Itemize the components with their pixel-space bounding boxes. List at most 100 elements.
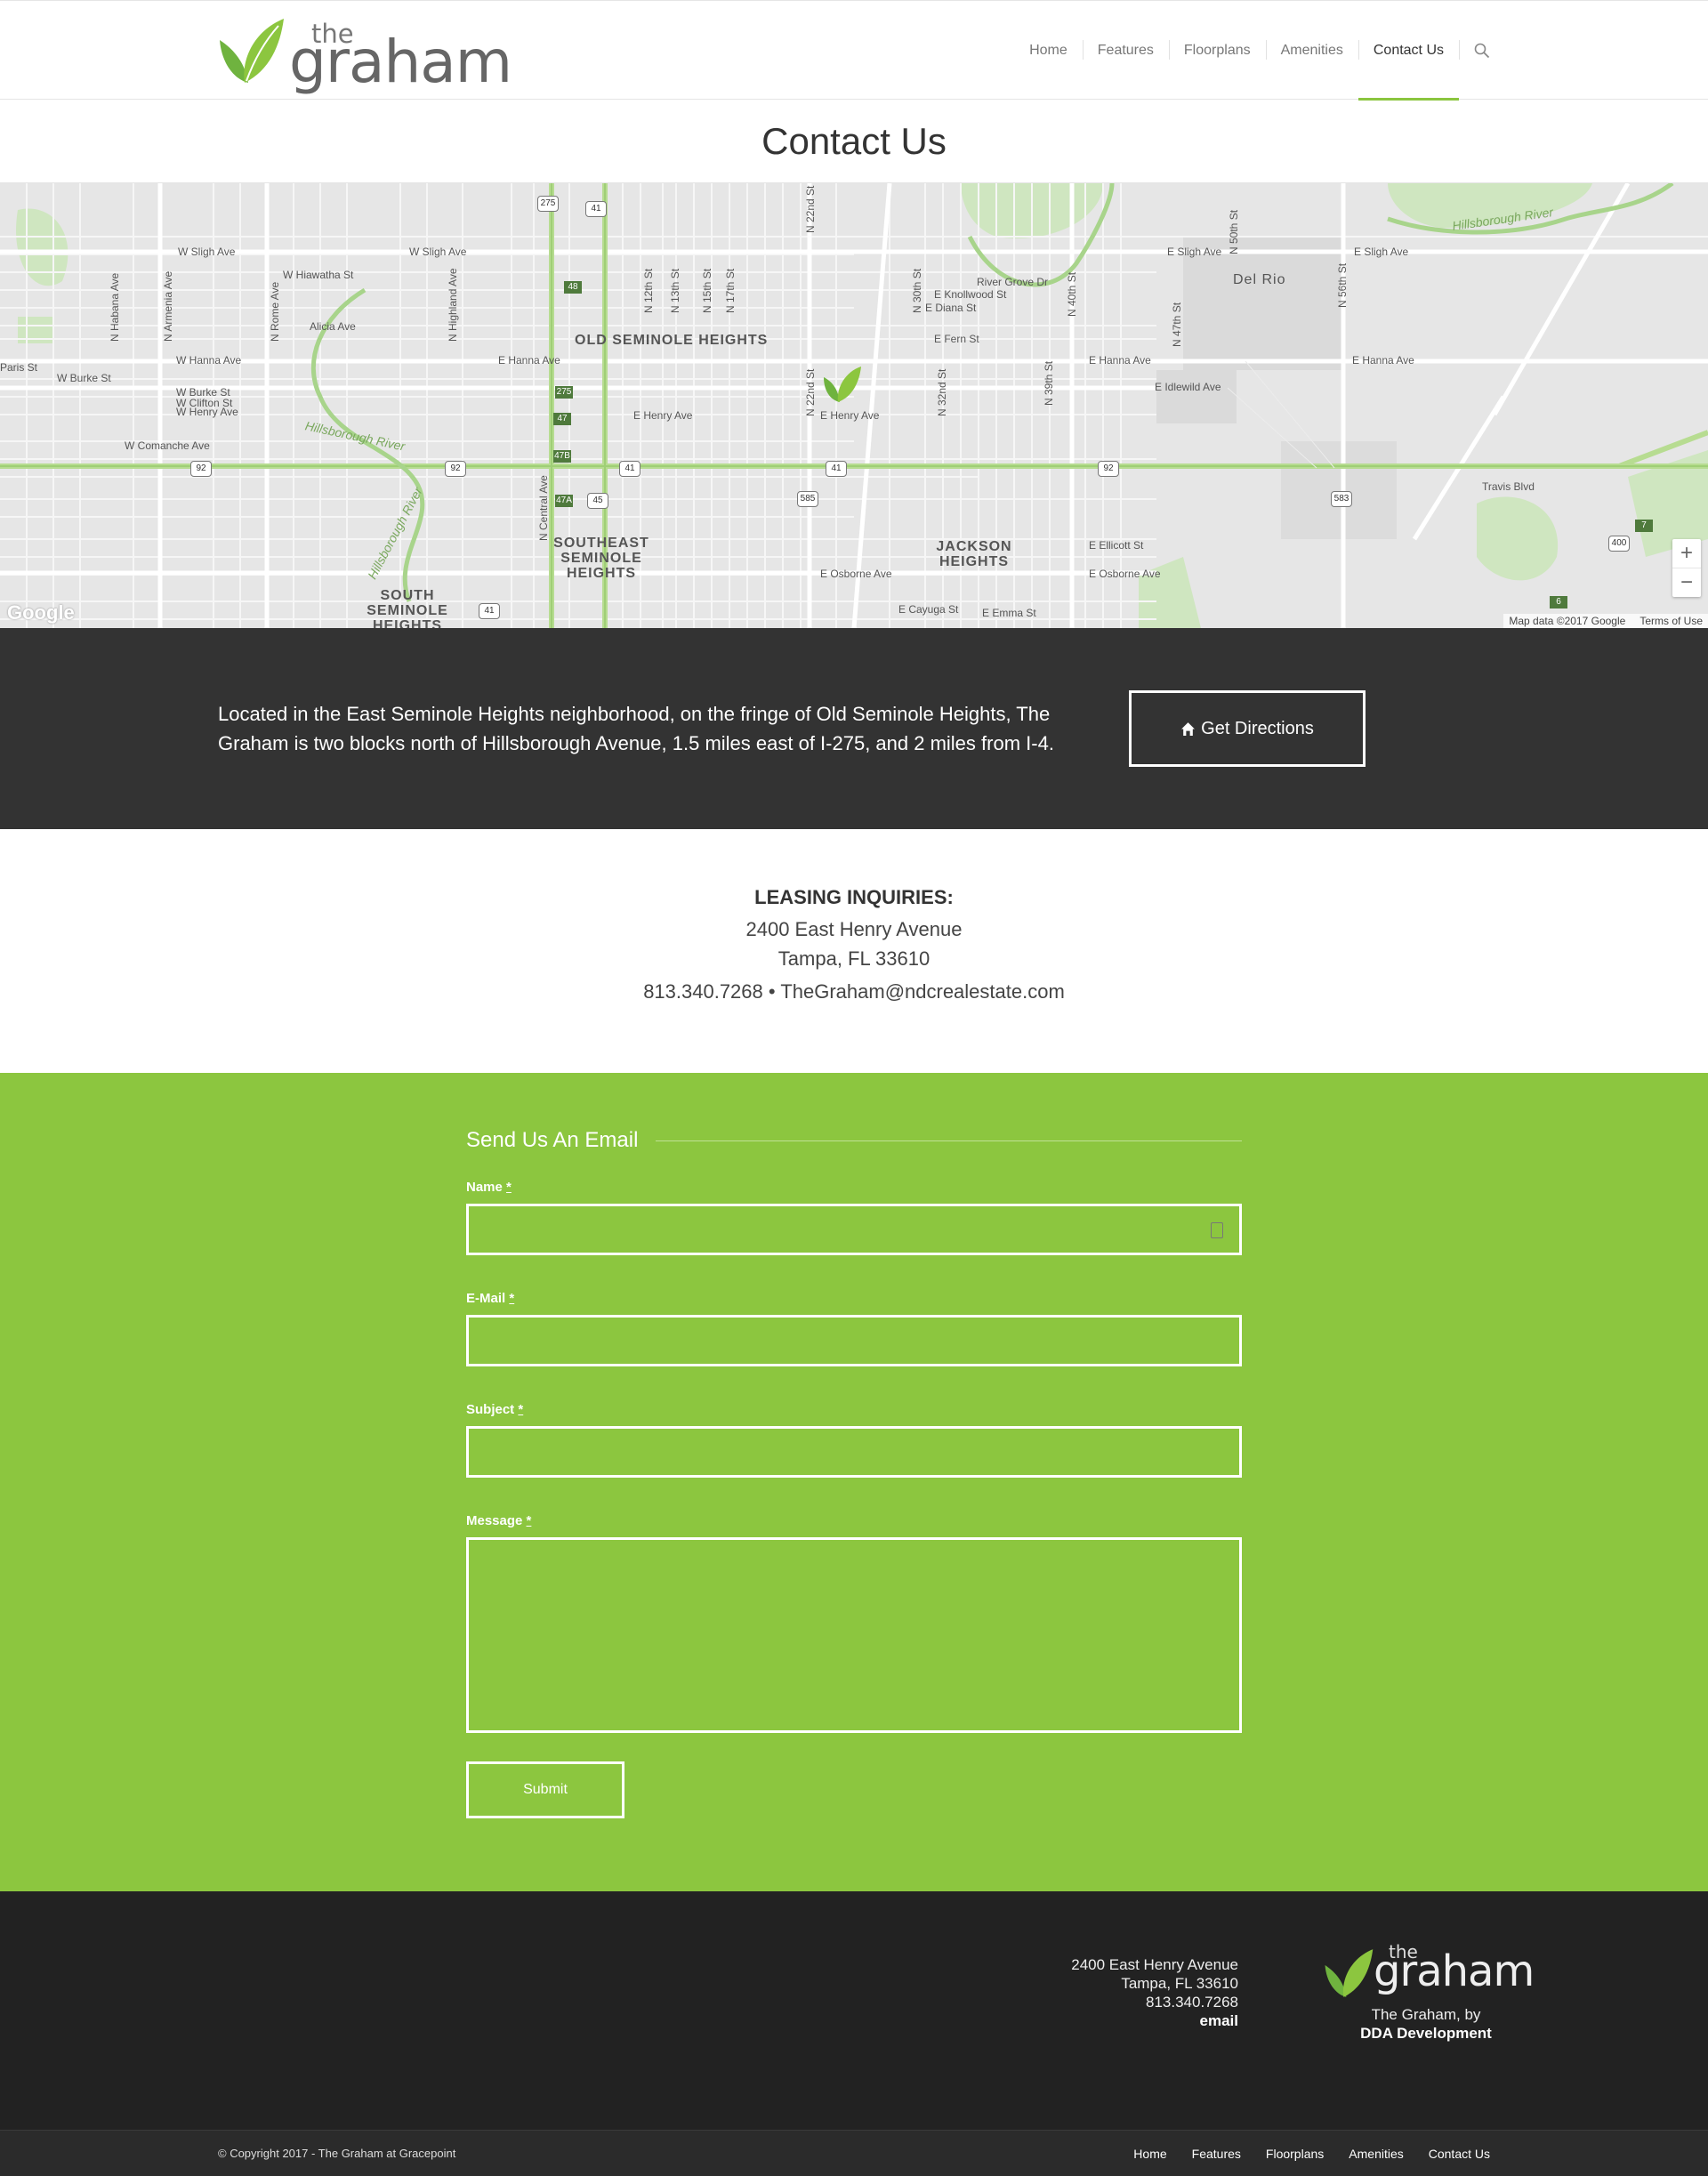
highway-shield: 7 (1635, 520, 1653, 532)
required-marker: * (509, 1291, 515, 1306)
map-label-street: W Sligh Ave (409, 246, 467, 258)
home-icon (1181, 721, 1196, 736)
intro-text: Located in the East Seminole Heights nei… (218, 703, 1054, 754)
route-shield: 92 (1098, 461, 1119, 477)
footer-logo[interactable]: the graham (1320, 1938, 1535, 2000)
map-label-street: N 30th St (911, 268, 923, 313)
site-footer: 2400 East Henry Avenue Tampa, FL 33610 8… (0, 1891, 1708, 2130)
subject-input[interactable] (466, 1426, 1242, 1478)
map-label-street: W Hiawatha St (283, 269, 354, 281)
message-textarea[interactable] (466, 1537, 1242, 1733)
email-label: E-Mail * (466, 1291, 1242, 1306)
map-label-street: N 47th St (1171, 302, 1183, 347)
map-label-street: E Hanna Ave (498, 354, 560, 367)
map-label-street: W Comanche Ave (125, 439, 210, 452)
route-shield: 583 (1331, 491, 1352, 507)
copyright: © Copyright 2017 - The Graham at Gracepo… (218, 2147, 456, 2160)
contact-form: Send Us An Email Name * E-Mail * Subject… (466, 1128, 1242, 1818)
zoom-out-button[interactable]: − (1672, 568, 1701, 597)
leasing-contact-line: 813.340.7268 • TheGraham@ndcrealestate.c… (0, 977, 1708, 1006)
route-shield: 400 (1608, 536, 1630, 552)
map-label-street: E Henry Ave (633, 409, 693, 422)
map-label-neighborhood: SOUTHEAST SEMINOLE HEIGHTS (553, 536, 649, 581)
map-label-street: N 50th St (1228, 209, 1240, 254)
footer-nav: Home Features Floorplans Amenities Conta… (1108, 2147, 1490, 2161)
footer-address: 2400 East Henry Avenue Tampa, FL 33610 8… (1071, 1955, 1238, 2030)
map-label-street: Travis Blvd (1482, 480, 1535, 493)
leasing-address-line2: Tampa, FL 33610 (777, 947, 931, 970)
map-label-street: E Sligh Ave (1167, 246, 1222, 258)
nav-floorplans[interactable]: Floorplans (1168, 1, 1266, 100)
map-label-street: W Sligh Ave (178, 246, 236, 258)
leasing-address-line1: 2400 East Henry Avenue (745, 918, 963, 940)
leasing-phone[interactable]: 813.340.7268 (643, 980, 763, 1003)
map-label-street: E Cayuga St (898, 603, 959, 616)
leasing-email-link[interactable]: TheGraham@ndcrealestate.com (780, 980, 1064, 1003)
footer-bottom-bar: © Copyright 2017 - The Graham at Gracepo… (0, 2130, 1708, 2176)
search-button[interactable] (1459, 1, 1490, 100)
highway-shield: 47A (555, 495, 573, 507)
leasing-inquiries: LEASING INQUIRIES: 2400 East Henry Avenu… (0, 829, 1708, 1073)
location-pin-icon[interactable] (822, 365, 863, 406)
nav-features[interactable]: Features (1082, 1, 1169, 100)
map-label-street: N 12th St (642, 268, 655, 313)
site-header: the graham Home Features Floorplans Amen… (0, 0, 1708, 101)
leaf-logo-icon (1325, 1949, 1374, 1997)
map-label-street: E Hanna Ave (1352, 354, 1414, 367)
map-label-street: N 39th St (1043, 360, 1055, 406)
footer-nav-features[interactable]: Features (1192, 2147, 1241, 2161)
route-shield: 45 (587, 493, 608, 509)
map-data-credit: Map data ©2017 Google (1509, 615, 1626, 627)
route-shield: 41 (826, 461, 847, 477)
map-label-neighborhood: SOUTH SEMINOLE HEIGHTS (367, 588, 448, 628)
autofill-icon[interactable] (1211, 1222, 1223, 1238)
zoom-in-button[interactable]: + (1672, 539, 1701, 568)
footer-phone[interactable]: 813.340.7268 (1071, 1993, 1238, 2011)
location-map[interactable]: OLD SEMINOLE HEIGHTS SOUTHEAST SEMINOLE … (0, 183, 1708, 628)
route-shield: 41 (585, 201, 607, 217)
map-label-street: N Rome Ave (269, 281, 281, 342)
name-input[interactable] (466, 1204, 1242, 1255)
footer-tagline: The Graham, by DDA Development (1320, 2005, 1532, 2043)
map-label-neighborhood: Del Rio (1233, 272, 1286, 287)
map-label-street: N 22nd St (804, 368, 817, 416)
route-shield: 41 (619, 461, 640, 477)
map-label-street: N 15th St (701, 268, 713, 313)
site-logo[interactable]: the graham (218, 15, 512, 91)
map-label-street: W Clifton St (176, 397, 233, 409)
highway-shield: 48 (564, 281, 582, 294)
get-directions-label: Get Directions (1201, 718, 1314, 738)
map-label-neighborhood: JACKSON HEIGHTS (936, 539, 1012, 569)
highway-shield: 275 (555, 386, 573, 399)
map-label-street: E Sligh Ave (1354, 246, 1409, 258)
terms-of-use-link[interactable]: Terms of Use (1640, 615, 1703, 627)
subject-label: Subject * (466, 1402, 1242, 1417)
map-zoom-controls: + − (1672, 539, 1701, 597)
submit-button[interactable]: Submit (466, 1761, 624, 1818)
map-label-street: W Burke St (57, 372, 111, 384)
separator-dot: • (768, 980, 776, 1003)
logo-name: graham (289, 27, 512, 96)
footer-nav-home[interactable]: Home (1133, 2147, 1166, 2161)
footer-nav-contact-us[interactable]: Contact Us (1429, 2147, 1490, 2161)
map-label-street: E Emma St (982, 607, 1036, 619)
highway-shield: 6 (1550, 596, 1567, 608)
map-label-street: N 32nd St (936, 368, 948, 416)
nav-amenities[interactable]: Amenities (1265, 1, 1358, 100)
map-label-street: E Idlewild Ave (1155, 381, 1221, 393)
email-input[interactable] (466, 1315, 1242, 1366)
form-title-text: Send Us An Email (466, 1128, 639, 1152)
footer-email-link[interactable]: email (1071, 2011, 1238, 2030)
nav-contact-us[interactable]: Contact Us (1358, 1, 1460, 101)
google-logo: Google (7, 601, 75, 624)
developer-link[interactable]: DDA Development (1320, 2024, 1532, 2043)
footer-logo-name: graham (1374, 1946, 1535, 1996)
footer-nav-floorplans[interactable]: Floorplans (1266, 2147, 1324, 2161)
footer-address-line2: Tampa, FL 33610 (1121, 1975, 1238, 1992)
route-shield: 41 (479, 603, 500, 619)
required-marker: * (526, 1513, 532, 1528)
email-label-text: E-Mail (466, 1291, 506, 1306)
footer-nav-amenities[interactable]: Amenities (1349, 2147, 1403, 2161)
get-directions-button[interactable]: Get Directions (1129, 690, 1366, 767)
nav-home[interactable]: Home (1014, 1, 1083, 100)
